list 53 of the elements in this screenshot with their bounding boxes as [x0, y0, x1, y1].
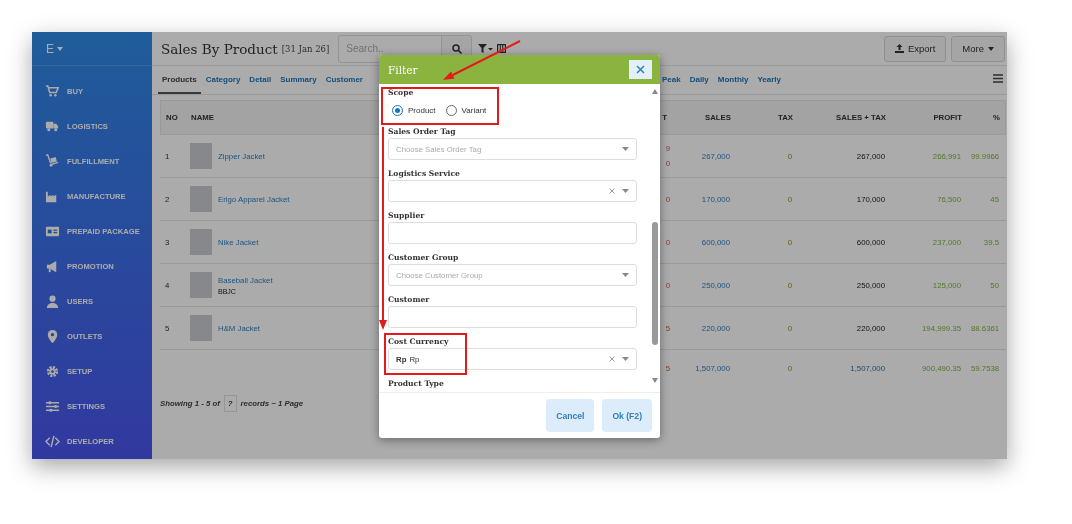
- clear-icon[interactable]: [609, 188, 615, 194]
- dialog-title: Filter: [388, 63, 418, 76]
- ok-button[interactable]: Ok (F2): [602, 399, 652, 432]
- radio-option[interactable]: Product: [392, 104, 436, 116]
- export-button[interactable]: Export: [883, 35, 947, 62]
- caret-icon: [622, 273, 629, 277]
- user-icon: [45, 294, 60, 309]
- cancel-button[interactable]: Cancel: [546, 399, 595, 432]
- brand-menu[interactable]: E: [46, 41, 63, 56]
- upload-icon: [894, 44, 904, 53]
- report-date: [31 Jan 26]: [281, 43, 330, 54]
- hand-truck-icon: [45, 154, 60, 169]
- radio-option[interactable]: Variant: [445, 104, 487, 116]
- close-icon: [636, 65, 645, 74]
- search-icon: [451, 43, 462, 54]
- id-card-icon: [45, 224, 60, 239]
- menu-icon[interactable]: [993, 74, 1003, 83]
- caret-icon: [622, 357, 629, 361]
- caret-icon: [988, 46, 994, 51]
- filter-icon[interactable]: [478, 44, 494, 53]
- select-field[interactable]: [388, 180, 637, 202]
- sliders-icon: [45, 399, 60, 414]
- caret-icon: [622, 189, 629, 193]
- tab[interactable]: Yearly: [753, 66, 786, 94]
- tab[interactable]: Customer: [321, 66, 367, 94]
- photo-placeholder: [190, 229, 212, 255]
- input-field[interactable]: [388, 222, 637, 244]
- photo-placeholder: [190, 315, 212, 341]
- tab[interactable]: Summary: [276, 66, 321, 94]
- input-field[interactable]: [388, 306, 637, 328]
- tab[interactable]: Detail: [245, 66, 276, 94]
- tab[interactable]: Category: [201, 66, 245, 94]
- caret-icon: [57, 46, 63, 51]
- page-title: Sales By Product: [161, 40, 278, 57]
- truck-icon: [45, 119, 60, 134]
- cart-icon: [45, 84, 60, 99]
- clear-icon[interactable]: [609, 356, 615, 362]
- photo-placeholder: [190, 272, 212, 298]
- tab[interactable]: Products: [158, 66, 201, 94]
- caret-icon: [622, 147, 629, 151]
- columns-icon[interactable]: [497, 44, 507, 53]
- map-pin-icon: [45, 329, 60, 344]
- tab[interactable]: Monthly: [713, 66, 753, 94]
- tab[interactable]: Peak: [657, 66, 685, 94]
- more-button[interactable]: More: [951, 35, 1005, 62]
- gear-icon: [45, 364, 60, 379]
- photo-placeholder: [190, 186, 212, 212]
- close-button[interactable]: [629, 60, 652, 79]
- scroll-down-icon[interactable]: [652, 378, 658, 383]
- code-icon: [45, 434, 60, 449]
- photo-placeholder: [190, 143, 212, 169]
- tab[interactable]: Daily: [685, 66, 713, 94]
- scroll-up-icon[interactable]: [652, 89, 658, 94]
